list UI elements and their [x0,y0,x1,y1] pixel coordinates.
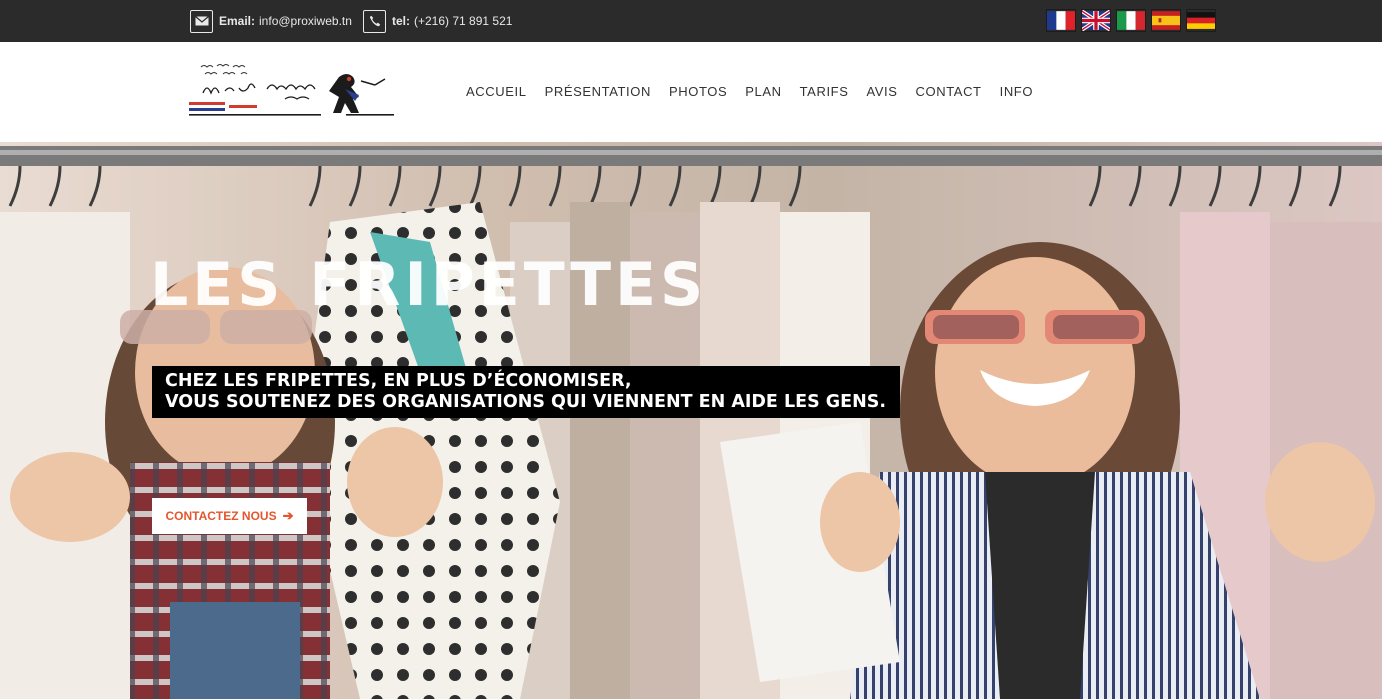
tel-value[interactable]: (+216) 71 891 521 [414,14,512,28]
phone-contact[interactable]: tel: (+216) 71 891 521 [363,9,512,33]
nav-photos[interactable]: PHOTOS [669,84,727,99]
nav-presentation[interactable]: PRÉSENTATION [545,84,651,99]
top-bar: Email: info@proxiweb.tn tel: (+216) 71 8… [0,0,1382,42]
nav-accueil[interactable]: ACCUEIL [466,84,527,99]
language-flags [1047,10,1215,31]
hero-background-image [0,142,1382,699]
hero-banner: LES FRIPETTES CHEZ LES FRIPETTES, EN PLU… [0,142,1382,699]
site-header: ACCUEIL PRÉSENTATION PHOTOS PLAN TARIFS … [0,42,1382,142]
hero-subtitle: CHEZ LES FRIPETTES, EN PLUS D’ÉCONOMISER… [152,366,900,418]
site-logo[interactable] [189,61,397,121]
arrow-right-icon: ➔ [282,508,294,523]
nav-contact[interactable]: CONTACT [916,84,982,99]
email-value[interactable]: info@proxiweb.tn [259,14,352,28]
flag-uk-icon[interactable] [1082,10,1110,31]
email-contact[interactable]: Email: info@proxiweb.tn [190,9,352,33]
hero-title: LES FRIPETTES [150,250,708,320]
contact-us-button[interactable]: CONTACTEZ NOUS ➔ [152,498,307,534]
nav-avis[interactable]: AVIS [866,84,897,99]
flag-italy-icon[interactable] [1117,10,1145,31]
flag-france-icon[interactable] [1047,10,1075,31]
contact-us-label: CONTACTEZ NOUS [165,509,277,523]
hero-subtitle-line-2: VOUS SOUTENEZ DES ORGANISATIONS QUI VIEN… [165,392,886,412]
nav-plan[interactable]: PLAN [745,84,781,99]
tel-label: tel: [392,14,410,28]
flag-germany-icon[interactable] [1187,10,1215,31]
hero-subtitle-line-1: CHEZ LES FRIPETTES, EN PLUS D’ÉCONOMISER… [165,371,632,391]
flag-spain-icon[interactable] [1152,10,1180,31]
nav-tarifs[interactable]: TARIFS [800,84,849,99]
nav-info[interactable]: INFO [1000,84,1033,99]
main-nav: ACCUEIL PRÉSENTATION PHOTOS PLAN TARIFS … [466,84,1033,99]
email-label: Email: [219,14,256,28]
envelope-icon [190,9,213,33]
phone-icon [363,9,386,33]
